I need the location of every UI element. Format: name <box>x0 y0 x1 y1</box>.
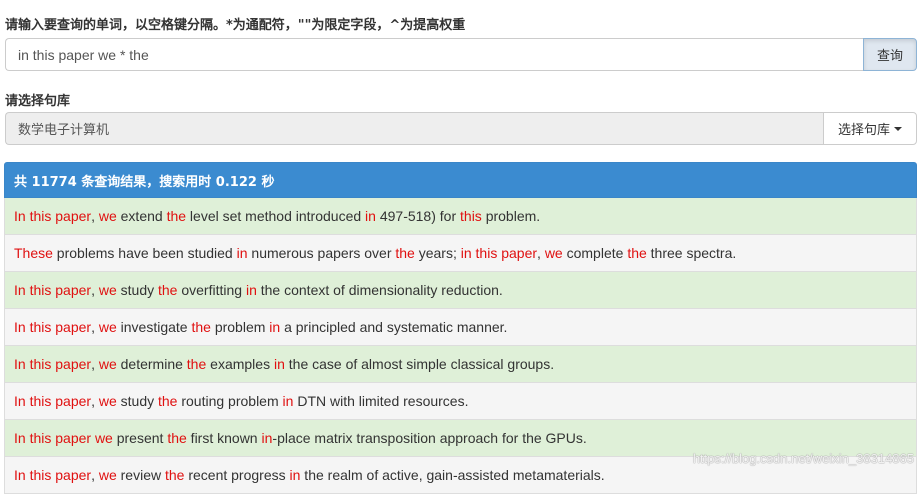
matched-term: the <box>167 430 187 446</box>
matched-term: we <box>98 319 117 335</box>
matched-term: In this paper <box>14 208 92 224</box>
matched-term: we <box>98 208 117 224</box>
result-row: In this paper, we extend the level set m… <box>4 198 917 235</box>
matched-term: In this paper we <box>14 430 113 446</box>
results-list: In this paper, we extend the level set m… <box>4 198 917 494</box>
sentence-text: , <box>91 319 99 335</box>
matched-term: this <box>460 208 482 224</box>
sentence-text: first known <box>186 430 262 446</box>
sentence-text: -place matrix transposition approach for… <box>272 430 587 446</box>
query-instructions-label: 请输入要查询的单词，以空格键分隔。*为通配符，""为限定字段，^为提高权重 <box>5 18 466 33</box>
matched-term: we <box>98 467 117 483</box>
matched-term: the <box>158 282 178 298</box>
results-panel: 共 11774 条查询结果，搜索用时 0.122 秒 In this paper… <box>4 162 917 494</box>
matched-term: we <box>98 356 117 372</box>
watermark-text: https://blog.csdn.net/weixin_38314865 <box>692 451 914 466</box>
sentence-text: extend <box>116 208 167 224</box>
matched-term: in <box>236 245 248 261</box>
sentence-text: , <box>91 208 99 224</box>
sentence-text: examples <box>206 356 274 372</box>
sentence-text: level set method introduced <box>186 208 366 224</box>
result-row: In this paper, we study the routing prob… <box>4 383 917 420</box>
matched-term: we <box>98 282 117 298</box>
sentence-text: DTN with limited resources. <box>293 393 469 409</box>
sentence-text: determine <box>116 356 187 372</box>
matched-term: in <box>269 319 281 335</box>
sentence-text: overfitting <box>177 282 246 298</box>
sentence-text: study <box>116 393 158 409</box>
matched-term: In this paper <box>14 393 92 409</box>
matched-term: in <box>289 467 301 483</box>
matched-term: the <box>627 245 647 261</box>
sentence-text: a principled and systematic manner. <box>280 319 508 335</box>
sentence-text: numerous papers over <box>247 245 396 261</box>
sentence-text: , <box>91 467 99 483</box>
sentence-text: the context of dimensionality reduction. <box>256 282 503 298</box>
result-row: In this paper, we investigate the proble… <box>4 309 917 346</box>
matched-term: the <box>166 208 187 224</box>
sentence-text: present <box>112 430 168 446</box>
select-corpus-dropdown-button[interactable]: 选择句库 <box>823 112 917 145</box>
search-bar: 查询 <box>5 38 917 71</box>
matched-term: in this paper <box>460 245 538 261</box>
matched-term: in <box>261 430 273 446</box>
result-row: In this paper, we determine the examples… <box>4 346 917 383</box>
sentence-text: the case of almost simple classical grou… <box>284 356 555 372</box>
sentence-text: three spectra. <box>646 245 737 261</box>
sentence-text: complete <box>562 245 628 261</box>
matched-term: in <box>245 282 257 298</box>
matched-term: we <box>98 393 117 409</box>
sentence-text: review <box>116 467 165 483</box>
matched-term: the <box>164 467 185 483</box>
sentence-text: , <box>91 393 99 409</box>
caret-down-icon <box>894 126 902 131</box>
sentence-text: problems have been studied <box>52 245 237 261</box>
matched-term: the <box>395 245 415 261</box>
search-input[interactable] <box>5 38 863 71</box>
matched-term: In this paper <box>14 282 92 298</box>
select-corpus-button-label: 选择句库 <box>837 123 890 138</box>
results-summary-header: 共 11774 条查询结果，搜索用时 0.122 秒 <box>4 162 917 198</box>
matched-term: In this paper <box>14 319 92 335</box>
matched-term: in <box>282 393 294 409</box>
matched-term: In this paper <box>14 467 92 483</box>
matched-term: In this paper <box>14 356 92 372</box>
sentence-text: problem <box>210 319 270 335</box>
sentence-text: problem. <box>481 208 541 224</box>
selected-corpus-value: 数学电子计算机 <box>18 123 110 138</box>
matched-term: in <box>365 208 376 224</box>
matched-term: the <box>186 356 207 372</box>
query-button[interactable]: 查询 <box>863 38 917 71</box>
matched-term: the <box>191 319 211 335</box>
result-row: In this paper, we study the overfitting … <box>4 272 917 309</box>
matched-term: the <box>158 393 178 409</box>
sentence-text: , <box>91 282 99 298</box>
result-row: These problems have been studied in nume… <box>4 235 917 272</box>
matched-term: we <box>544 245 563 261</box>
sentence-text: the realm of active, gain-assisted metam… <box>300 467 605 483</box>
sentence-text: , <box>91 356 99 372</box>
sentence-text: years; <box>414 245 461 261</box>
sentence-text: study <box>116 282 158 298</box>
sentence-text: routing problem <box>177 393 283 409</box>
corpus-select-label: 请选择句库 <box>5 94 71 109</box>
sentence-text: investigate <box>116 319 192 335</box>
matched-term: in <box>273 356 285 372</box>
sentence-text: , <box>537 245 545 261</box>
selected-corpus-field: 数学电子计算机 <box>5 112 823 145</box>
sentence-text: 497-518) for <box>375 208 461 224</box>
sentence-text: recent progress <box>184 467 290 483</box>
corpus-selector: 数学电子计算机 选择句库 <box>5 112 917 145</box>
matched-term: These <box>14 245 53 261</box>
